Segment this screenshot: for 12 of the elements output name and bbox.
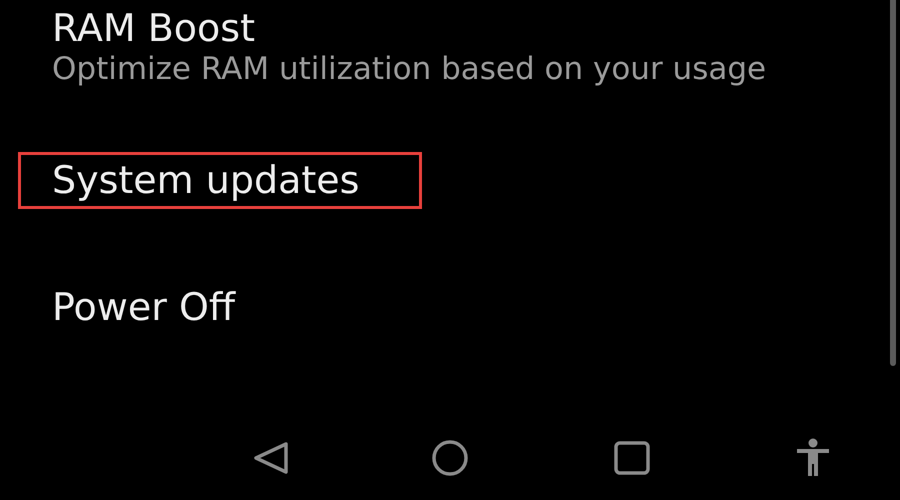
menu-item[interactable]: Power Off — [18, 279, 422, 336]
item-subtitle: Optimize RAM utilization based on your usage — [52, 51, 766, 87]
back-icon[interactable] — [252, 441, 290, 475]
scrollbar[interactable] — [890, 0, 896, 366]
item-title: System updates — [52, 158, 360, 203]
home-icon[interactable] — [431, 439, 469, 477]
menu-item[interactable]: System updates — [18, 152, 422, 209]
item-title: RAM Boost — [52, 6, 256, 51]
accessibility-icon[interactable] — [795, 438, 831, 478]
item-title: Power Off — [52, 285, 237, 330]
menu-item[interactable]: RAM Boost Optimize RAM utilization based on your usage — [18, 0, 778, 93]
recents-icon[interactable] — [613, 440, 651, 476]
